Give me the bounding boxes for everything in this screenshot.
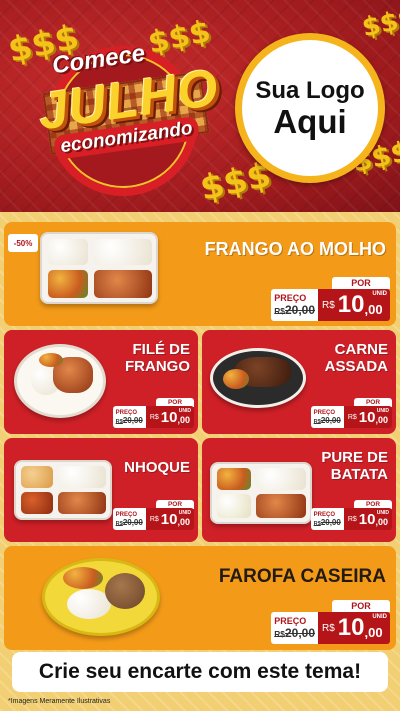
price-currency: R$ [149, 413, 159, 421]
price-unit: UNID [376, 510, 389, 516]
old-price-label: PREÇO [274, 616, 307, 626]
price-currency: R$ [347, 413, 357, 421]
price-cents: ,00 [375, 516, 388, 527]
price-tag: POR PREÇO R$20,00 R$ 10 ,00 UNID [271, 600, 390, 644]
old-price-value: 20,00 [284, 303, 315, 317]
price-unit: UNID [372, 614, 387, 620]
cta-banner[interactable]: Crie seu encarte com este tema! [12, 652, 388, 692]
campaign-badge: Comece JULHO economizando [26, 30, 222, 196]
price-unit: UNID [376, 408, 389, 414]
header-banner: $$$ $$$ $$$ $$$ $$$ Comece JULHO economi… [0, 0, 400, 212]
price-value: 10 [160, 510, 178, 528]
price-value: 10 [337, 291, 365, 318]
old-price-currency: R$ [115, 520, 123, 527]
price-currency: R$ [322, 299, 335, 311]
logo-placeholder[interactable]: Sua Logo Aqui [235, 33, 385, 183]
old-price-value: 20,00 [320, 517, 341, 527]
price-value: 10 [337, 614, 365, 641]
price-currency: R$ [322, 622, 335, 634]
logo-line-1: Sua Logo [255, 76, 365, 104]
old-price-value: 20,00 [122, 415, 143, 425]
old-price-currency: R$ [274, 629, 285, 639]
price-por-label: POR [332, 600, 390, 612]
old-price-value: 20,00 [320, 415, 341, 425]
bowl-roast-beef-icon [210, 348, 306, 408]
price-cents: ,00 [177, 414, 190, 425]
price-tag: POR PREÇO R$20,00 R$ 10 ,00 UNID [112, 500, 194, 530]
dollar-sign-icon: $$$ [359, 2, 400, 44]
price-cents: ,00 [177, 516, 190, 527]
price-currency: R$ [347, 515, 357, 523]
price-tag: POR PREÇO R$20,00 R$ 10 ,00 UNID [271, 277, 390, 321]
price-tag: POR PREÇO R$20,00 R$ 10 ,00 UNID [310, 500, 392, 530]
price-unit: UNID [372, 291, 387, 297]
meal-tray-gnocchi-icon [14, 460, 112, 520]
price-tag: POR PREÇO R$20,00 R$ 10 ,00 UNID [310, 398, 392, 428]
price-value: 10 [358, 510, 376, 528]
old-price-value: 20,00 [122, 517, 143, 527]
old-price-label: PREÇO [274, 293, 307, 303]
meal-tray-chicken-icon [40, 232, 158, 304]
product-title: FRANGO AO MOLHO [204, 239, 386, 259]
meal-tray-mashed-potato-icon [210, 462, 312, 524]
discount-badge: -50% [8, 234, 38, 252]
old-price-currency: R$ [274, 306, 285, 316]
footnote: *Imagens Meramente Ilustrativas [8, 698, 111, 705]
price-cents: ,00 [364, 301, 383, 317]
old-price-value: 20,00 [284, 626, 315, 640]
logo-line-2: Aqui [273, 102, 347, 140]
old-price-currency: R$ [313, 418, 321, 425]
price-cents: ,00 [375, 414, 388, 425]
product-title: FAROFA CASEIRA [218, 566, 386, 587]
product-title: PURE DE BATATA [321, 449, 388, 483]
price-por-label: POR [332, 277, 390, 289]
product-title: FILÉ DE FRANGO [125, 341, 190, 375]
plate-chicken-fillet-icon [14, 344, 106, 418]
product-title: CARNE ASSADA [324, 341, 388, 375]
price-unit: UNID [178, 408, 191, 414]
price-value: 10 [358, 408, 376, 426]
price-value: 10 [160, 408, 178, 426]
old-price-currency: R$ [313, 520, 321, 527]
product-title: NHOQUE [124, 459, 190, 476]
bowl-farofa-icon [42, 558, 160, 636]
price-unit: UNID [178, 510, 191, 516]
price-cents: ,00 [364, 624, 383, 640]
price-tag: POR PREÇO R$20,00 R$ 10 ,00 UNID [112, 398, 194, 428]
price-currency: R$ [149, 515, 159, 523]
old-price-currency: R$ [115, 418, 123, 425]
